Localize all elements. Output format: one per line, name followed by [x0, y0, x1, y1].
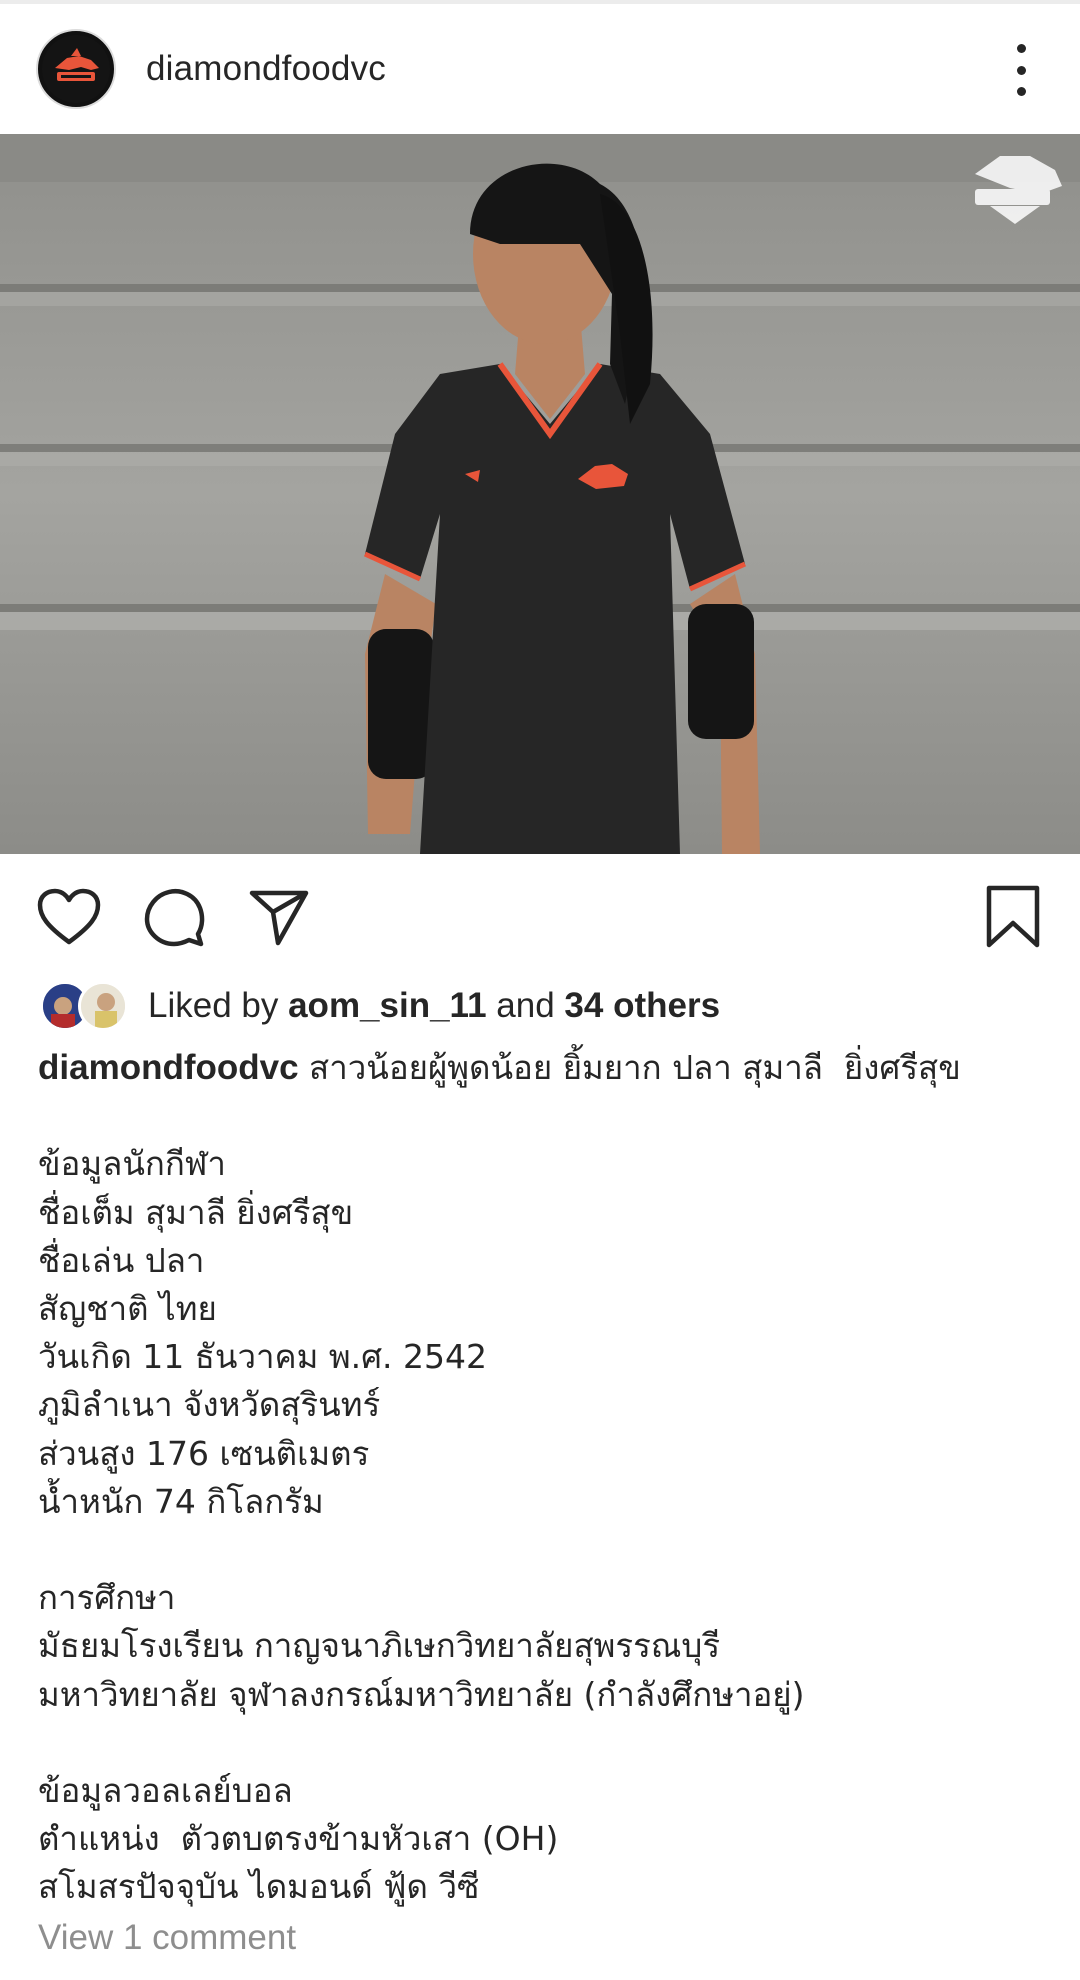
post-header: diamondfoodvc [0, 4, 1080, 134]
caption-line: ชื่อเต็ม สุมาลี ยิ่งศรีสุข [38, 1192, 354, 1232]
more-options-icon[interactable] [1010, 44, 1032, 96]
caption-line: มัธยมโรงเรียน กาญจนาภิเษกวิทยาลัยสุพรรณบ… [38, 1626, 721, 1666]
caption-line: ตำแหน่ง ตัวตบตรงข้ามหัวเสา (OH) [38, 1819, 559, 1859]
caption-line: ข้อมูลวอลเลย์บอล [38, 1771, 293, 1810]
heart-icon[interactable] [34, 882, 104, 952]
comment-bubble-icon[interactable] [139, 882, 209, 952]
caption-line: วันเกิด 11 ธันวาคม พ.ศ. 2542 [38, 1337, 487, 1377]
caption-first-line: สาวน้อยผู้พูดน้อย ยิ้มยาก ปลา สุมาลี ยิ่… [298, 1048, 961, 1087]
likes-row[interactable]: Liked by aom_sin_11 and 34 others [40, 978, 720, 1034]
action-bar [0, 872, 1080, 960]
athlete-photo [0, 134, 1080, 854]
diamond-food-logo-icon [42, 35, 110, 103]
caption-line: สโมสรปัจจุบัน ไดมอนด์ ฟู้ด วีซี [38, 1867, 480, 1907]
profile-avatar[interactable] [36, 29, 116, 109]
caption-username[interactable]: diamondfoodvc [38, 1048, 299, 1087]
caption-line: การศึกษา [38, 1578, 176, 1618]
send-icon[interactable] [244, 882, 314, 952]
post-photo[interactable] [0, 134, 1080, 854]
caption-line: ส่วนสูง 176 เซนติเมตร [38, 1433, 370, 1473]
liker-username[interactable]: aom_sin_11 [288, 986, 486, 1025]
caption-line: น้ำหนัก 74 กิโลกรัม [38, 1481, 324, 1521]
view-comments-link[interactable]: View 1 comment [38, 1918, 296, 1958]
post-caption: diamondfoodvc สาวน้อยผู้พูดน้อย ยิ้มยาก … [38, 1044, 1048, 1912]
caption-line: ภูมิลำเนา จังหวัดสุรินทร์ [38, 1385, 381, 1425]
likes-count[interactable]: 34 others [564, 986, 720, 1025]
caption-line: ข้อมูลนักกีฬา [38, 1144, 226, 1184]
caption-line: มหาวิทยาลัย จุฬาลงกรณ์มหาวิทยาลัย (กำลัง… [38, 1674, 805, 1714]
liked-by-text: Liked by aom_sin_11 and 34 others [148, 986, 721, 1025]
liker-avatar [78, 981, 128, 1031]
caption-line: สัญชาติ ไทย [38, 1289, 217, 1328]
liker-avatars [40, 979, 128, 1033]
post-username[interactable]: diamondfoodvc [146, 49, 386, 89]
caption-line: ชื่อเล่น ปลา [38, 1240, 205, 1280]
bookmark-icon[interactable] [978, 882, 1048, 952]
